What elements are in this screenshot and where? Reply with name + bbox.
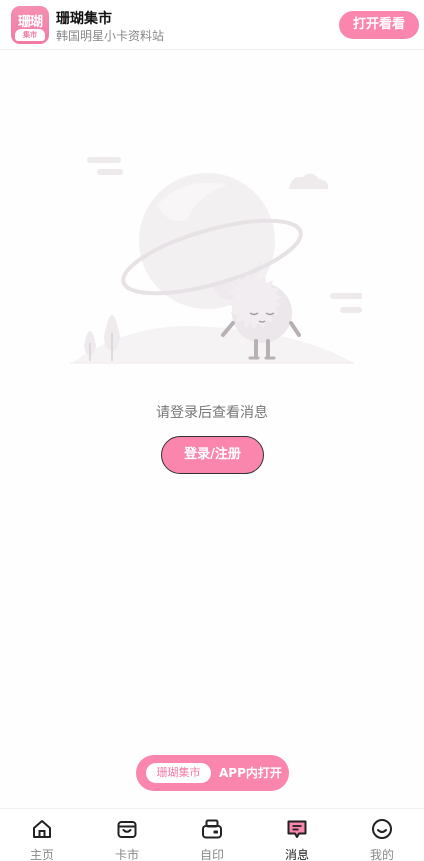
app-name: 珊瑚集市 [56, 11, 112, 27]
nav-label: 自印 [199, 848, 224, 861]
pill-label: APP内打开 [219, 766, 282, 780]
basket-icon [117, 821, 137, 838]
nav-item-card-market[interactable]: 卡市 [97, 809, 157, 861]
logo-text: 珊瑚 [17, 15, 43, 30]
empty-state-message: 请登录后查看消息 [156, 405, 268, 421]
printer-icon [202, 819, 222, 839]
login-register-button[interactable]: 登录/注册 [161, 436, 264, 474]
logo-subtext: 集市 [15, 29, 45, 41]
message-icon [287, 820, 307, 838]
nav-label: 消息 [284, 848, 309, 861]
empty-state-illustration [70, 157, 362, 364]
nav-item-mine[interactable]: 我的 [352, 809, 412, 861]
smile-icon [372, 819, 392, 839]
app-logo: 珊瑚 集市 [11, 6, 49, 44]
nav-item-self-print[interactable]: 自印 [182, 809, 242, 861]
app-banner: 珊瑚 集市 珊瑚集市 韩国明星小卡资料站 打开看看 [0, 0, 424, 50]
nav-item-messages[interactable]: 消息 [267, 809, 327, 861]
home-icon [33, 820, 51, 838]
pill-app-tag: 珊瑚集市 [146, 763, 211, 783]
nav-item-home[interactable]: 主页 [12, 809, 72, 861]
open-in-app-pill[interactable]: 珊瑚集市 APP内打开 [136, 755, 289, 791]
open-app-button[interactable]: 打开看看 [339, 11, 419, 39]
app-subtitle: 韩国明星小卡资料站 [56, 29, 165, 43]
nav-label: 主页 [29, 848, 54, 861]
nav-label: 卡市 [114, 848, 139, 861]
bottom-nav: 主页 卡市 自印 消息 我的 [0, 808, 424, 861]
nav-label: 我的 [369, 848, 394, 861]
